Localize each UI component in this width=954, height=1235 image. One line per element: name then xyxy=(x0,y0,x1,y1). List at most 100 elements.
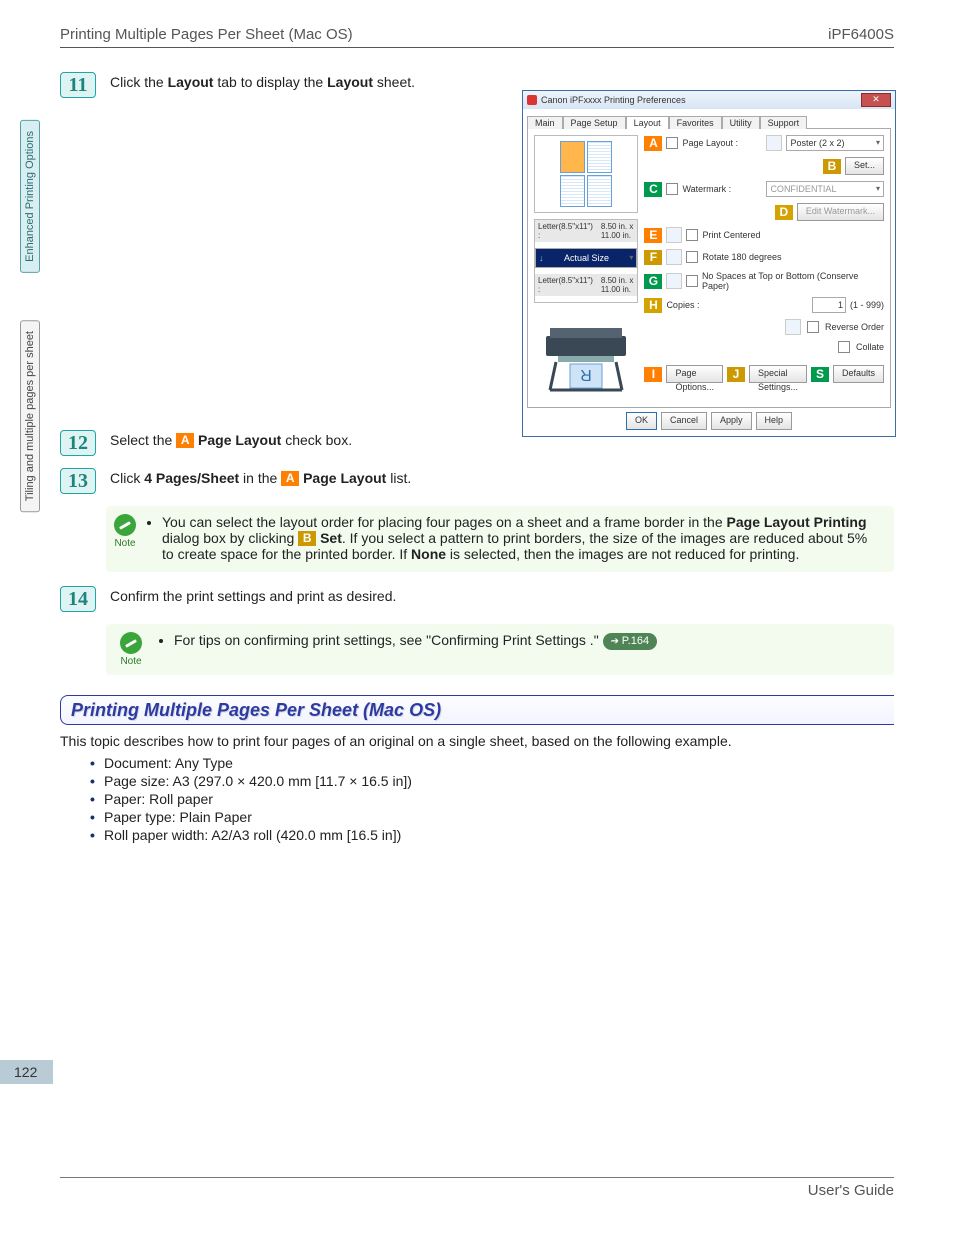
pane-right: A Page Layout : Poster (2 x 2) B Set... … xyxy=(644,135,884,401)
side-tab-primary[interactable]: Enhanced Printing Options xyxy=(20,120,40,273)
bold: 4 Pages/Sheet xyxy=(144,470,239,486)
step-number: 13 xyxy=(60,468,96,494)
marker-g: G xyxy=(644,274,662,289)
step-body: Click the Layout tab to display the Layo… xyxy=(110,72,894,90)
reverse-icon xyxy=(785,319,801,335)
reverse-order-checkbox[interactable] xyxy=(807,321,819,333)
text: For tips on confirming print settings, s… xyxy=(174,632,603,648)
section-title: Printing Multiple Pages Per Sheet (Mac O… xyxy=(71,700,884,721)
bold: Page Layout xyxy=(303,470,386,486)
step-body: Confirm the print settings and print as … xyxy=(110,586,894,604)
marker-j: J xyxy=(727,367,745,382)
page-number: 122 xyxy=(0,1060,53,1084)
label: Copies : xyxy=(666,300,746,310)
edit-watermark-button[interactable]: Edit Watermark... xyxy=(797,203,884,221)
paper-size-list: Letter(8.5"x11") : 8.50 in. x 11.00 in. … xyxy=(534,219,638,303)
text: Select the xyxy=(110,432,176,448)
page-layout-select[interactable]: Poster (2 x 2) xyxy=(786,135,884,151)
text: in the xyxy=(239,470,281,486)
list-item: Paper: Roll paper xyxy=(90,791,894,807)
row-rotate-180: F Rotate 180 degrees xyxy=(644,249,884,265)
no-spaces-checkbox[interactable] xyxy=(686,275,698,287)
page-link[interactable]: P.164 xyxy=(603,633,658,650)
header-model: iPF6400S xyxy=(828,26,894,43)
marker-b: B xyxy=(823,159,841,174)
step-number: 12 xyxy=(60,430,96,456)
page-layout-icon xyxy=(766,135,782,151)
dialog-action-buttons: OK Cancel Apply Help xyxy=(523,412,895,436)
pencil-icon xyxy=(114,514,136,536)
note-icon: Note xyxy=(114,632,148,667)
marker-b: B xyxy=(298,531,316,546)
text: is selected, then the images are not red… xyxy=(446,546,799,562)
note-list: You can select the layout order for plac… xyxy=(146,514,882,564)
label: Reverse Order xyxy=(825,322,884,332)
section-intro: This topic describes how to print four p… xyxy=(60,733,894,749)
label: Collate xyxy=(856,342,884,352)
row-print-centered: E Print Centered xyxy=(644,227,884,243)
marker-e: E xyxy=(644,228,662,243)
marker-f: F xyxy=(644,250,662,265)
defaults-button[interactable]: Defaults xyxy=(833,365,884,383)
text: You can select the layout order for plac… xyxy=(162,514,727,530)
list-item: Roll paper width: A2/A3 roll (420.0 mm [… xyxy=(90,827,894,843)
centered-icon xyxy=(666,227,682,243)
tab-page-setup[interactable]: Page Setup xyxy=(563,116,626,129)
bold: Page Layout Printing xyxy=(727,514,867,530)
note-icon: Note xyxy=(114,514,136,564)
section-heading: Printing Multiple Pages Per Sheet (Mac O… xyxy=(60,695,894,725)
row-watermark: C Watermark : CONFIDENTIAL xyxy=(644,181,884,197)
copies-input[interactable]: 1 xyxy=(812,297,846,313)
close-icon[interactable]: ✕ xyxy=(861,93,891,107)
text: list. xyxy=(386,470,411,486)
collate-checkbox[interactable] xyxy=(838,341,850,353)
bold: Layout xyxy=(327,74,373,90)
print-centered-checkbox[interactable] xyxy=(686,229,698,241)
dialog-tabs: Main Page Setup Layout Favorites Utility… xyxy=(523,109,895,128)
conserve-icon xyxy=(666,273,682,289)
marker-d: D xyxy=(775,205,793,220)
header-title: Printing Multiple Pages Per Sheet (Mac O… xyxy=(60,26,353,43)
tab-utility[interactable]: Utility xyxy=(722,116,760,129)
ok-button[interactable]: OK xyxy=(626,412,657,430)
row-edit-watermark: D Edit Watermark... xyxy=(644,203,884,221)
tab-layout[interactable]: Layout xyxy=(626,116,669,129)
page-footer: User's Guide xyxy=(60,1177,894,1199)
row-page-layout: A Page Layout : Poster (2 x 2) xyxy=(644,135,884,151)
bold: Layout xyxy=(168,74,214,90)
special-settings-button[interactable]: Special Settings... xyxy=(749,365,807,383)
page-options-button[interactable]: Page Options... xyxy=(666,365,723,383)
tab-support[interactable]: Support xyxy=(760,116,808,129)
marker-c: C xyxy=(644,182,662,197)
watermark-checkbox[interactable] xyxy=(666,183,678,195)
section-bullet-list: Document: Any Type Page size: A3 (297.0 … xyxy=(90,755,894,843)
tab-favorites[interactable]: Favorites xyxy=(669,116,722,129)
print-prefs-dialog: Canon iPFxxxx Printing Preferences ✕ Mai… xyxy=(522,90,896,437)
text: tab to display the xyxy=(213,74,327,90)
tab-main[interactable]: Main xyxy=(527,116,563,129)
layout-preview xyxy=(534,135,638,213)
side-tab-secondary[interactable]: Tiling and multiple pages per sheet xyxy=(20,320,40,512)
apply-button[interactable]: Apply xyxy=(711,412,752,430)
app-icon xyxy=(527,95,537,105)
text: Click the xyxy=(110,74,168,90)
step-number: 11 xyxy=(60,72,96,98)
help-button[interactable]: Help xyxy=(756,412,793,430)
marker-i: I xyxy=(644,367,662,382)
text: sheet. xyxy=(373,74,415,90)
list-item-selected[interactable]: ↓ Actual Size xyxy=(535,248,637,268)
rotate-180-checkbox[interactable] xyxy=(686,251,698,263)
set-button[interactable]: Set... xyxy=(845,157,884,175)
page-layout-checkbox[interactable] xyxy=(666,137,678,149)
cancel-button[interactable]: Cancel xyxy=(661,412,707,430)
note-label: Note xyxy=(120,656,141,667)
note-step-13: Note You can select the layout order for… xyxy=(106,506,894,572)
note-item: You can select the layout order for plac… xyxy=(162,514,882,562)
watermark-select[interactable]: CONFIDENTIAL xyxy=(766,181,884,197)
dialog-pane: Letter(8.5"x11") : 8.50 in. x 11.00 in. … xyxy=(527,128,891,408)
note-item: For tips on confirming print settings, s… xyxy=(174,632,657,650)
step-14: 14 Confirm the print settings and print … xyxy=(60,586,894,612)
marker-h: H xyxy=(644,298,662,313)
label: No Spaces at Top or Bottom (Conserve Pap… xyxy=(702,271,884,291)
step-number: 14 xyxy=(60,586,96,612)
